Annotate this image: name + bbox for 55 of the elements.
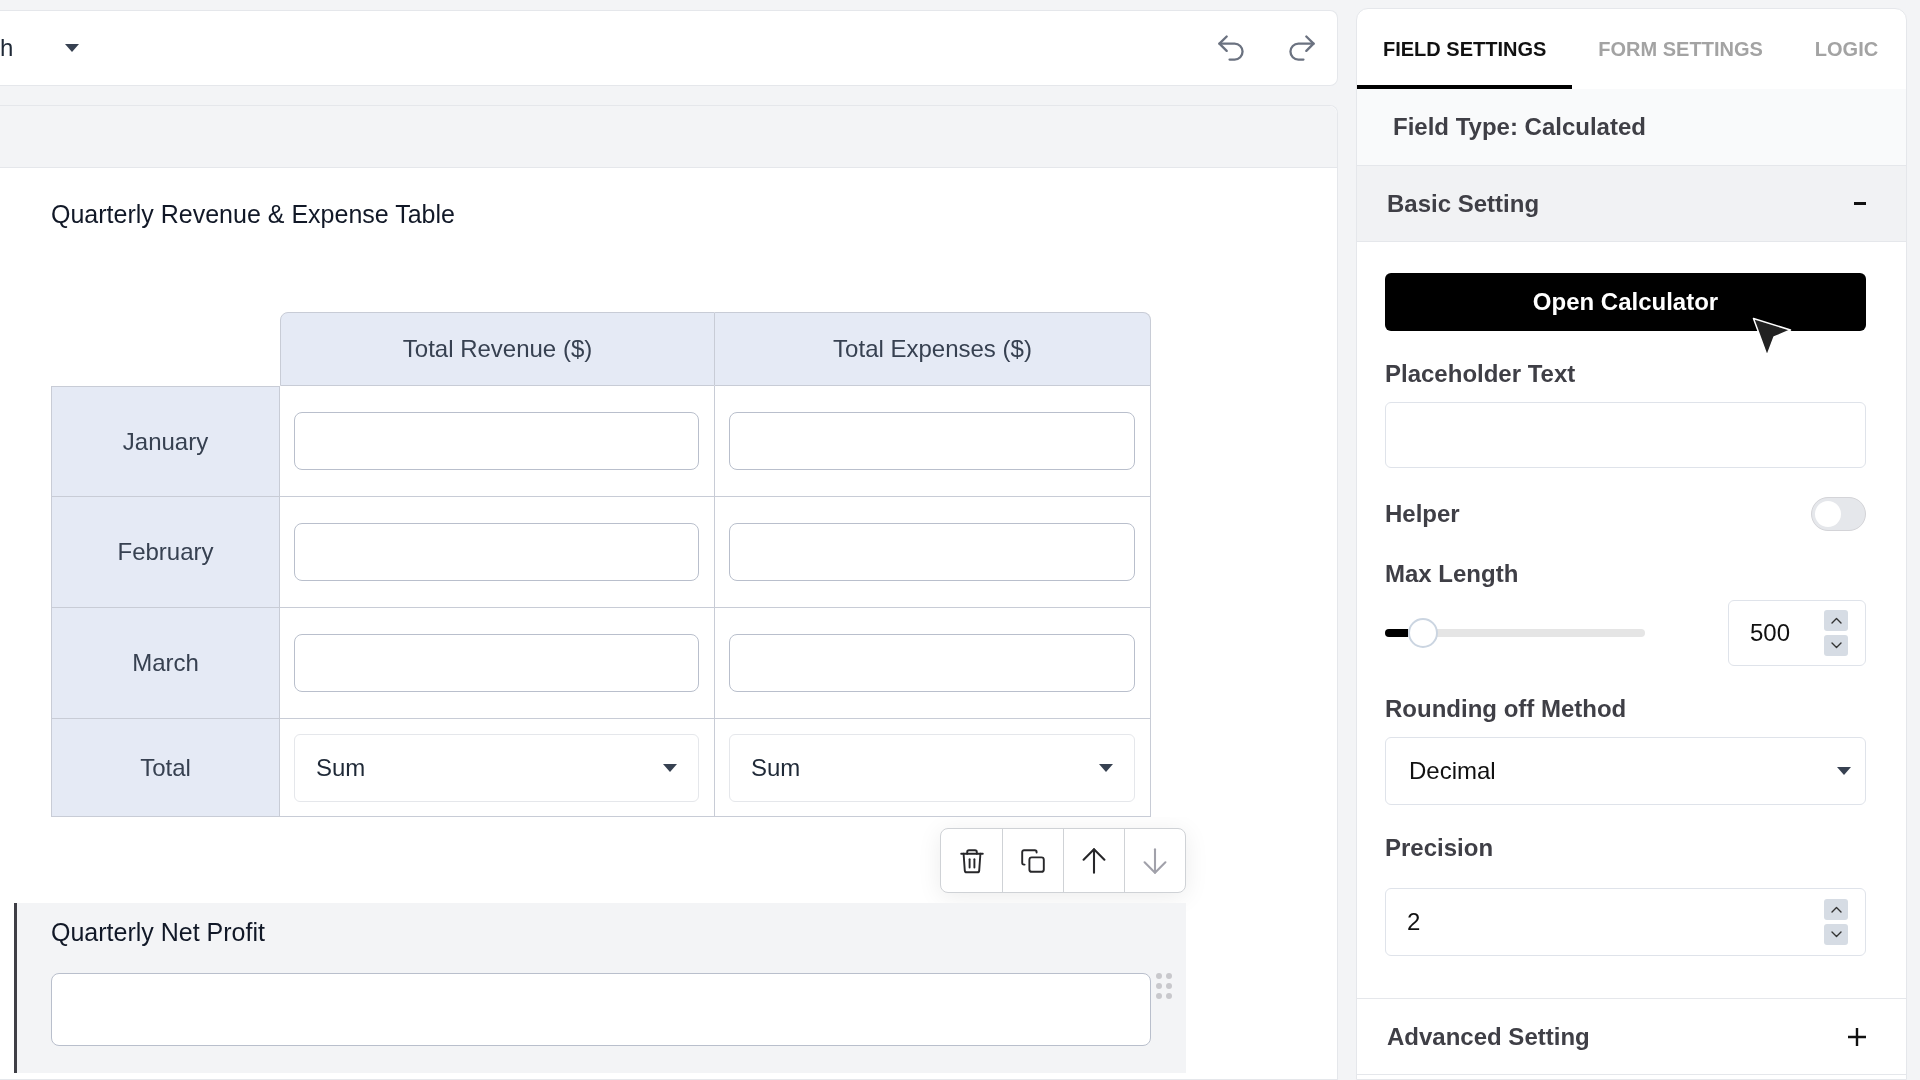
row-header: March [51, 608, 280, 719]
increment-button[interactable] [1824, 610, 1848, 631]
caret-icon [663, 763, 677, 772]
minus-icon [1854, 202, 1866, 205]
input-field[interactable] [51, 973, 1151, 1046]
section-header[interactable]: Basic Setting [1357, 165, 1906, 242]
input-field[interactable] [294, 634, 699, 692]
caret-icon [65, 44, 80, 52]
form-field[interactable]: Quarterly Net Profit [14, 903, 1186, 1073]
input-field[interactable] [729, 634, 1135, 692]
drag-handle-icon [1156, 973, 1172, 999]
copy-icon [1021, 847, 1045, 874]
decrement-button[interactable] [1824, 924, 1848, 945]
field-label: Precision [1385, 834, 1495, 862]
undo-icon [1218, 35, 1244, 61]
text-input[interactable] [1385, 402, 1866, 468]
caret-icon [1099, 763, 1113, 772]
row-header: February [51, 497, 280, 608]
chevron-up-icon [1830, 906, 1842, 913]
input-field[interactable] [729, 412, 1135, 470]
input-field[interactable] [294, 523, 699, 581]
input-field[interactable] [729, 523, 1135, 581]
field-label: Helper [1385, 500, 1460, 528]
caret-icon [1837, 767, 1851, 775]
open-calculator-button[interactable]: Open Calculator [1385, 273, 1866, 331]
trash-icon [959, 847, 984, 874]
row-header: Total [51, 719, 280, 817]
number-field[interactable]: 500 [1728, 600, 1866, 666]
field-type-label: Field Type: Calculated [1393, 112, 1646, 142]
chevron-down-icon [1830, 642, 1842, 649]
row-header: January [51, 386, 280, 497]
field-label: Quarterly Revenue & Expense Table [51, 199, 456, 229]
chevron-up-icon [1830, 617, 1842, 624]
redo-icon [1289, 35, 1315, 61]
slider-thumb[interactable] [1408, 618, 1438, 648]
field-label: Max Length [1385, 560, 1520, 588]
field-label: Placeholder Text [1385, 360, 1577, 388]
field-label: Quarterly Net Profit [51, 917, 266, 947]
field-label: Rounding off Method [1385, 695, 1628, 723]
plus-icon [1848, 1027, 1866, 1046]
toggle-switch[interactable] [1811, 497, 1866, 531]
column-header: Total Revenue ($) [280, 312, 715, 386]
select-field[interactable]: Decimal [1385, 737, 1866, 805]
number-field[interactable]: 2 [1385, 888, 1866, 956]
arrow-down-icon [1143, 847, 1167, 874]
column-header: Total Expenses ($) [715, 312, 1151, 386]
select-field[interactable]: Sum [729, 733, 1135, 802]
section-header[interactable]: Advanced Setting [1357, 998, 1906, 1075]
increment-button[interactable] [1824, 899, 1848, 920]
arrow-up-icon [1082, 847, 1106, 874]
input-field[interactable] [294, 412, 699, 470]
decrement-button[interactable] [1824, 635, 1848, 656]
chevron-down-icon [1830, 931, 1842, 938]
dropdown-select[interactable]: h [0, 28, 80, 68]
select-field[interactable]: Sum [294, 733, 699, 802]
